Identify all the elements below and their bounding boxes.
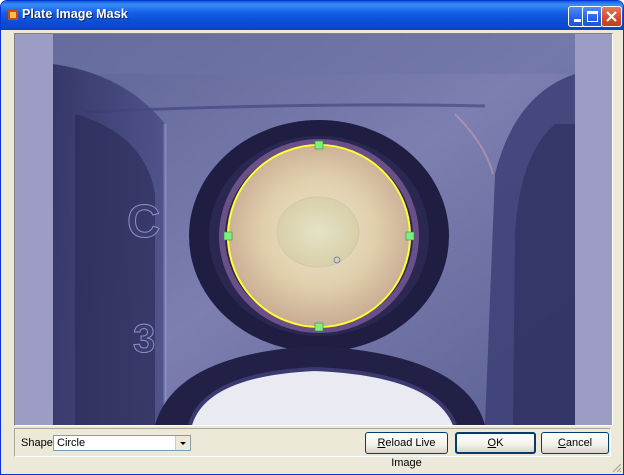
dialog-window: Plate Image Mask C 3 Shape: Circle Reloa… <box>0 0 624 475</box>
plate-well-image: C 3 <box>15 34 612 425</box>
mask-handle-top[interactable] <box>314 140 324 150</box>
shape-select[interactable]: Circle <box>53 435 191 451</box>
cancel-mnemonic: C <box>557 437 566 449</box>
shape-label: Shape: <box>21 437 56 449</box>
cancel-button[interactable]: Cancel <box>541 432 609 454</box>
mask-handle-left[interactable] <box>223 231 233 241</box>
dialog-body: C 3 Shape: Circle Reload Live Image OK C… <box>5 30 619 470</box>
svg-text:3: 3 <box>133 317 155 361</box>
maximize-button[interactable] <box>582 6 603 27</box>
chevron-down-icon <box>180 442 186 445</box>
ok-label: K <box>496 437 504 449</box>
close-icon <box>606 11 617 22</box>
reload-live-image-button[interactable]: Reload Live Image <box>365 432 448 469</box>
reload-label: eload Live Image <box>385 437 436 469</box>
shape-select-dropdown[interactable] <box>175 436 190 450</box>
app-icon <box>8 10 18 20</box>
mask-handle-bottom[interactable] <box>314 322 324 332</box>
ok-button[interactable]: OK <box>455 432 536 454</box>
resize-grip-icon[interactable] <box>610 461 622 473</box>
plate-image-panel[interactable]: C 3 <box>14 33 613 426</box>
svg-text:C: C <box>127 195 160 247</box>
window-title: Plate Image Mask <box>22 7 128 21</box>
close-button[interactable] <box>601 6 622 27</box>
maximize-icon <box>587 11 598 22</box>
title-bar[interactable]: Plate Image Mask <box>1 1 623 30</box>
mask-handle-right[interactable] <box>405 231 415 241</box>
ok-mnemonic: O <box>487 437 497 449</box>
cancel-label: ancel <box>565 437 593 449</box>
shape-select-value: Circle <box>57 437 86 449</box>
footer-bar: Shape: Circle Reload Live Image OK Cance… <box>14 428 611 469</box>
